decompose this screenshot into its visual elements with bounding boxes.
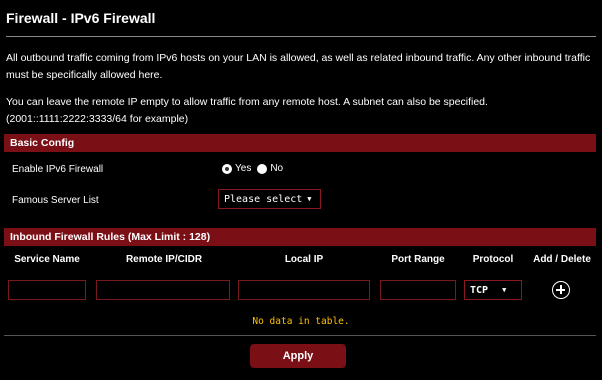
famous-server-select-value: Please select bbox=[224, 193, 303, 205]
radio-yes-label: Yes bbox=[235, 163, 252, 174]
service-name-input[interactable] bbox=[8, 280, 86, 300]
protocol-select[interactable]: TCP ▼ bbox=[464, 280, 522, 300]
basic-config-header: Basic Config bbox=[4, 134, 596, 152]
empty-table-message: No data in table. bbox=[252, 316, 350, 327]
local-ip-input[interactable] bbox=[238, 280, 370, 300]
column-header-port-range: Port Range bbox=[391, 254, 445, 265]
remote-ip-input[interactable] bbox=[96, 280, 230, 300]
page-title: Firewall - IPv6 Firewall bbox=[6, 10, 156, 26]
chevron-down-icon: ▼ bbox=[502, 286, 507, 294]
famous-server-label: Famous Server List bbox=[12, 195, 99, 206]
radio-no-label: No bbox=[270, 163, 284, 174]
radio-no-dot[interactable] bbox=[257, 163, 268, 174]
column-header-add-delete: Add / Delete bbox=[533, 254, 591, 265]
port-range-input[interactable] bbox=[380, 280, 456, 300]
description-text-2: You can leave the remote IP empty to all… bbox=[6, 96, 488, 125]
radio-yes-dot[interactable] bbox=[222, 163, 232, 174]
apply-button[interactable]: Apply bbox=[250, 344, 346, 368]
column-header-local-ip: Local IP bbox=[284, 254, 324, 265]
column-header-remote-ip: Remote IP/CIDR bbox=[125, 254, 203, 265]
title-divider bbox=[6, 36, 596, 37]
add-rule-button[interactable] bbox=[552, 281, 570, 299]
footer-divider bbox=[4, 335, 596, 336]
protocol-select-value: TCP bbox=[470, 284, 489, 296]
enable-firewall-radio-group: Yes No bbox=[222, 163, 283, 174]
chevron-down-icon: ▼ bbox=[307, 195, 312, 203]
enable-firewall-label: Enable IPv6 Firewall bbox=[12, 164, 104, 175]
description-text-1: All outbound traffic coming from IPv6 ho… bbox=[6, 52, 591, 81]
inbound-rules-header: Inbound Firewall Rules (Max Limit : 128) bbox=[4, 228, 596, 246]
radio-yes[interactable]: Yes bbox=[222, 163, 251, 174]
radio-no[interactable]: No bbox=[257, 163, 283, 174]
column-header-service-name: Service Name bbox=[14, 254, 80, 265]
column-header-protocol: Protocol bbox=[472, 254, 514, 265]
famous-server-select[interactable]: Please select ▼ bbox=[218, 189, 321, 209]
